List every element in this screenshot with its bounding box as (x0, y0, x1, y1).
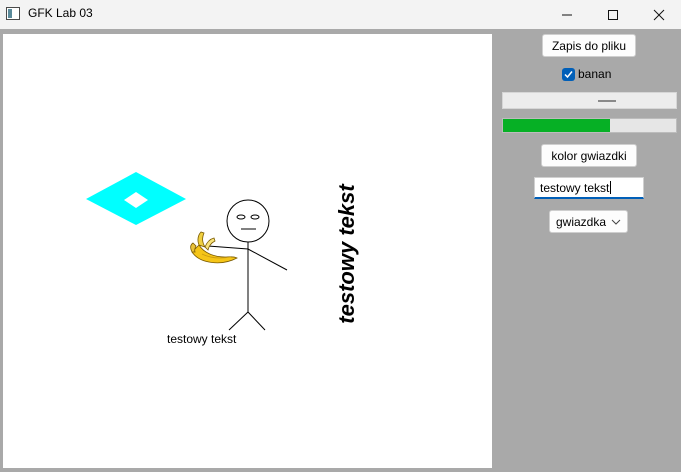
text-caret (610, 181, 612, 194)
text-input-value: testowy tekst (540, 180, 610, 195)
chevron-down-icon (611, 219, 621, 225)
banana-icon (190, 231, 238, 264)
app-icon (6, 7, 20, 20)
star-shape (86, 172, 186, 225)
window-title: GFK Lab 03 (28, 6, 93, 20)
shape-select-value: gwiazdka (556, 214, 607, 229)
save-to-file-button[interactable]: Zapis do pliku (542, 34, 636, 57)
close-button[interactable] (636, 0, 681, 29)
stick-figure-right-arm (247, 248, 288, 271)
stick-figure-right-leg (247, 311, 266, 331)
star-color-button[interactable]: kolor gwiazdki (541, 144, 637, 167)
stick-figure-left-leg (228, 311, 249, 331)
slider[interactable] (502, 92, 677, 109)
rotated-text: testowy tekst (334, 184, 359, 324)
minimize-icon (562, 14, 572, 15)
close-icon (653, 9, 665, 20)
maximize-button[interactable] (590, 0, 636, 29)
text-input-field[interactable]: testowy tekst (534, 177, 644, 199)
banana-checkbox[interactable] (562, 68, 575, 81)
shape-select[interactable]: gwiazdka (549, 210, 628, 233)
drawing-canvas[interactable]: testowy tekst testowy tekst (3, 34, 492, 468)
slider-thumb[interactable] (598, 100, 616, 102)
progress-fill (503, 119, 611, 132)
banana-checkbox-label: banan (578, 67, 612, 81)
checkmark-icon (564, 71, 573, 79)
title-bar: GFK Lab 03 (0, 0, 681, 29)
minimize-button[interactable] (544, 0, 590, 29)
maximize-icon (608, 9, 618, 20)
progress-bar (502, 118, 677, 133)
canvas-text-label: testowy tekst (167, 332, 237, 346)
